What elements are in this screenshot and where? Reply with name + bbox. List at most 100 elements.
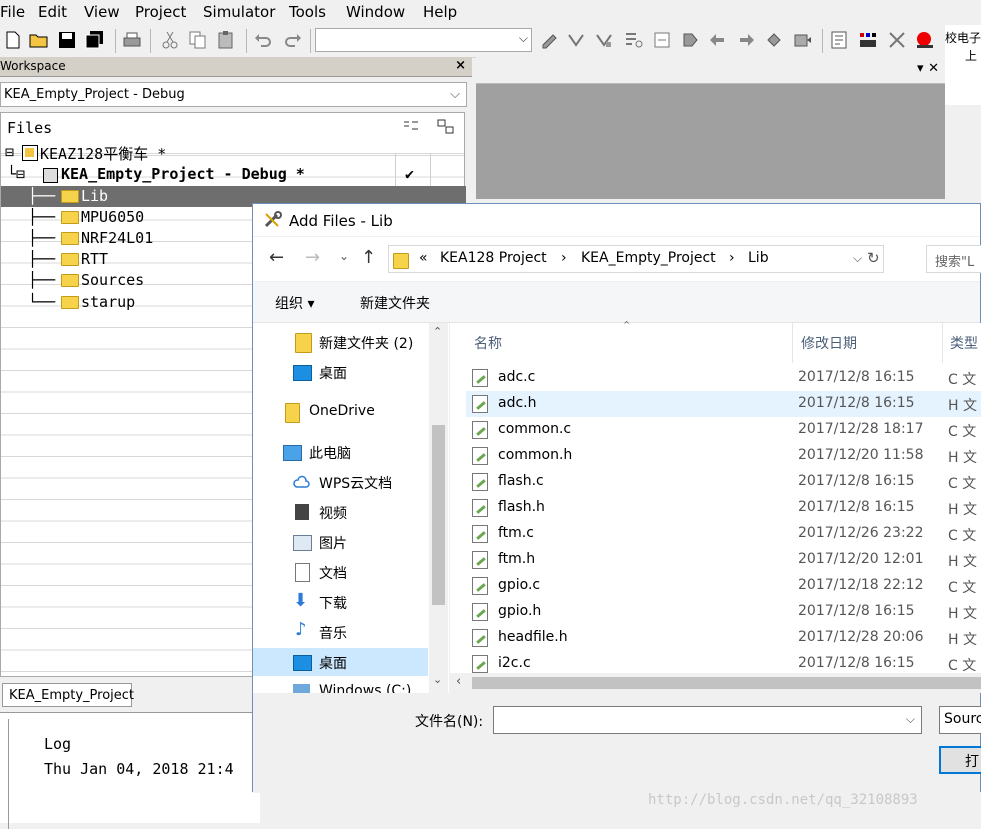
tree-expander[interactable]: ⊟	[5, 143, 14, 161]
file-row[interactable]: adc.c 2017/12/8 16:15 C 文	[466, 365, 981, 391]
nav-item-label: 音乐	[319, 626, 347, 642]
breadcrumb-item[interactable]: KEA_Empty_Project	[581, 250, 716, 266]
open-button[interactable]: 打	[939, 746, 981, 774]
file-row[interactable]: ftm.c 2017/12/26 23:22 C 文	[466, 521, 981, 547]
new-file-icon[interactable]	[3, 30, 23, 50]
file-date: 2017/12/28 18:17	[798, 421, 924, 437]
nav-item-windows-c[interactable]: Windows (C:)	[253, 678, 428, 693]
chevron-down-icon[interactable]: ⌵	[853, 251, 862, 266]
h-file-icon	[472, 395, 488, 413]
next-bookmark-icon[interactable]	[566, 30, 586, 50]
nav-item-desktop[interactable]: 桌面	[253, 358, 428, 386]
compile-icon[interactable]	[680, 30, 700, 50]
toggle-breakpoint-icon[interactable]	[915, 30, 935, 50]
scrollbar-thumb[interactable]	[432, 425, 445, 605]
make-icon[interactable]	[708, 30, 728, 50]
save-icon[interactable]	[57, 30, 77, 50]
forward-arrow-icon[interactable]: →	[305, 247, 320, 268]
nav-item-music[interactable]: ♪ 音乐	[253, 618, 428, 646]
chevron-down-icon[interactable]: ⌄	[339, 249, 349, 263]
menu-project[interactable]: Project	[135, 3, 186, 21]
go-to-icon[interactable]	[652, 30, 672, 50]
copy-icon[interactable]	[188, 30, 208, 50]
file-row[interactable]: adc.h 2017/12/8 16:15 H 文	[466, 391, 981, 417]
tree-expander[interactable]: └⊟	[7, 165, 25, 183]
open-folder-icon[interactable]	[29, 30, 49, 50]
chevron-down-icon[interactable]: ⌵	[906, 712, 915, 727]
undo-icon[interactable]	[253, 30, 273, 50]
scrollbar-thumb[interactable]	[472, 677, 981, 689]
breakpoint-list-icon[interactable]	[887, 30, 907, 50]
toggle-bookmark-icon[interactable]	[540, 30, 560, 50]
refresh-icon[interactable]: ↻	[867, 249, 880, 267]
scroll-left-icon[interactable]: ‹	[456, 674, 461, 689]
disassembly-icon[interactable]	[830, 30, 850, 50]
organize-button[interactable]: 组织 ▾	[275, 293, 314, 313]
nav-item-onedrive[interactable]: OneDrive	[253, 398, 428, 426]
menu-tools[interactable]: Tools	[289, 3, 326, 21]
configuration-select[interactable]: KEA_Empty_Project - Debug ⌵	[0, 82, 467, 107]
up-arrow-icon[interactable]: ↑	[361, 247, 376, 268]
find-combobox[interactable]: ⌵	[315, 28, 532, 52]
filename-input[interactable]: ⌵	[493, 706, 922, 734]
nav-item-new-folder-2[interactable]: 新建文件夹 (2)	[253, 328, 428, 356]
find-in-files-icon[interactable]	[624, 30, 644, 50]
sort-icon[interactable]	[402, 119, 420, 135]
file-row[interactable]: ftm.h 2017/12/20 12:01 H 文	[466, 547, 981, 573]
menu-simulator[interactable]: Simulator	[203, 3, 275, 21]
file-row[interactable]: common.h 2017/12/20 11:58 H 文	[466, 443, 981, 469]
breadcrumb-item[interactable]: Lib	[748, 250, 769, 266]
new-folder-button[interactable]: 新建文件夹	[360, 293, 430, 313]
chevron-down-icon[interactable]: ⌵	[519, 31, 528, 46]
column-header-name[interactable]: 名称 ⌃	[450, 319, 790, 363]
redo-icon[interactable]	[283, 30, 303, 50]
search-input[interactable]: 搜索"L	[926, 245, 981, 273]
scroll-up-icon[interactable]: ⌃	[433, 325, 442, 338]
stop-build-icon[interactable]	[764, 30, 784, 50]
breadcrumb-overflow[interactable]: «	[419, 250, 428, 266]
back-arrow-icon[interactable]: ←	[269, 247, 284, 268]
nav-item-videos[interactable]: 视频	[253, 498, 428, 526]
memory-icon[interactable]	[858, 30, 878, 50]
menu-help[interactable]: Help	[423, 3, 457, 21]
tree-item-project[interactable]: └⊟ KEA_Empty_Project - Debug * ✔	[1, 164, 466, 185]
nav-item-wps-cloud[interactable]: WPS云文档	[253, 468, 428, 496]
rebuild-icon[interactable]	[736, 30, 756, 50]
debug-icon[interactable]	[792, 30, 812, 50]
close-icon[interactable]: ▾ ✕	[917, 61, 939, 76]
scroll-down-icon[interactable]: ⌄	[433, 673, 442, 686]
file-row[interactable]: headfile.h 2017/12/28 20:06 H 文	[466, 625, 981, 651]
file-row[interactable]: gpio.h 2017/12/8 16:15 H 文	[466, 599, 981, 625]
file-row[interactable]: flash.c 2017/12/8 16:15 C 文	[466, 469, 981, 495]
column-header-date[interactable]: 修改日期	[793, 323, 943, 363]
nav-item-downloads[interactable]: ⬇ 下载	[253, 588, 428, 616]
tree-item-workspace[interactable]: ⊟ KEAZ128平衡车 *	[1, 142, 395, 163]
menu-view[interactable]: View	[84, 3, 120, 21]
cut-icon[interactable]	[160, 30, 180, 50]
options-icon[interactable]	[437, 119, 455, 135]
file-row[interactable]: gpio.c 2017/12/18 22:12 C 文	[466, 573, 981, 599]
print-icon[interactable]	[122, 30, 142, 50]
file-row[interactable]: i2c.c 2017/12/8 16:15 C 文	[466, 651, 981, 673]
column-header-type[interactable]: 类型	[943, 323, 981, 363]
paste-icon[interactable]	[216, 30, 236, 50]
nav-item-desktop[interactable]: 桌面	[253, 648, 428, 676]
horizontal-scrollbar[interactable]: ‹	[450, 673, 981, 693]
breadcrumb-item[interactable]: KEA128 Project	[440, 250, 547, 266]
menu-window[interactable]: Window	[346, 3, 405, 21]
workspace-tab[interactable]: KEA_Empty_Project	[2, 683, 134, 707]
nav-item-documents[interactable]: 文档	[253, 558, 428, 586]
menu-edit[interactable]: Edit	[38, 3, 67, 21]
nav-item-this-pc[interactable]: 此电脑	[253, 438, 428, 466]
file-row[interactable]: flash.h 2017/12/8 16:15 H 文	[466, 495, 981, 521]
address-bar[interactable]: « KEA128 Project › KEA_Empty_Project › L…	[388, 245, 884, 273]
previous-bookmark-icon[interactable]	[594, 30, 614, 50]
nav-item-pictures[interactable]: 图片	[253, 528, 428, 556]
file-row[interactable]: common.c 2017/12/28 18:17 C 文	[466, 417, 981, 443]
menu-file[interactable]: File	[0, 3, 25, 21]
close-icon[interactable]: ×	[455, 58, 466, 73]
file-type-select[interactable]: Sourc	[939, 706, 981, 734]
save-all-icon[interactable]	[85, 30, 105, 50]
chevron-down-icon[interactable]: ⌵	[450, 87, 460, 102]
nav-scrollbar[interactable]: ⌃ ⌄	[429, 323, 448, 693]
